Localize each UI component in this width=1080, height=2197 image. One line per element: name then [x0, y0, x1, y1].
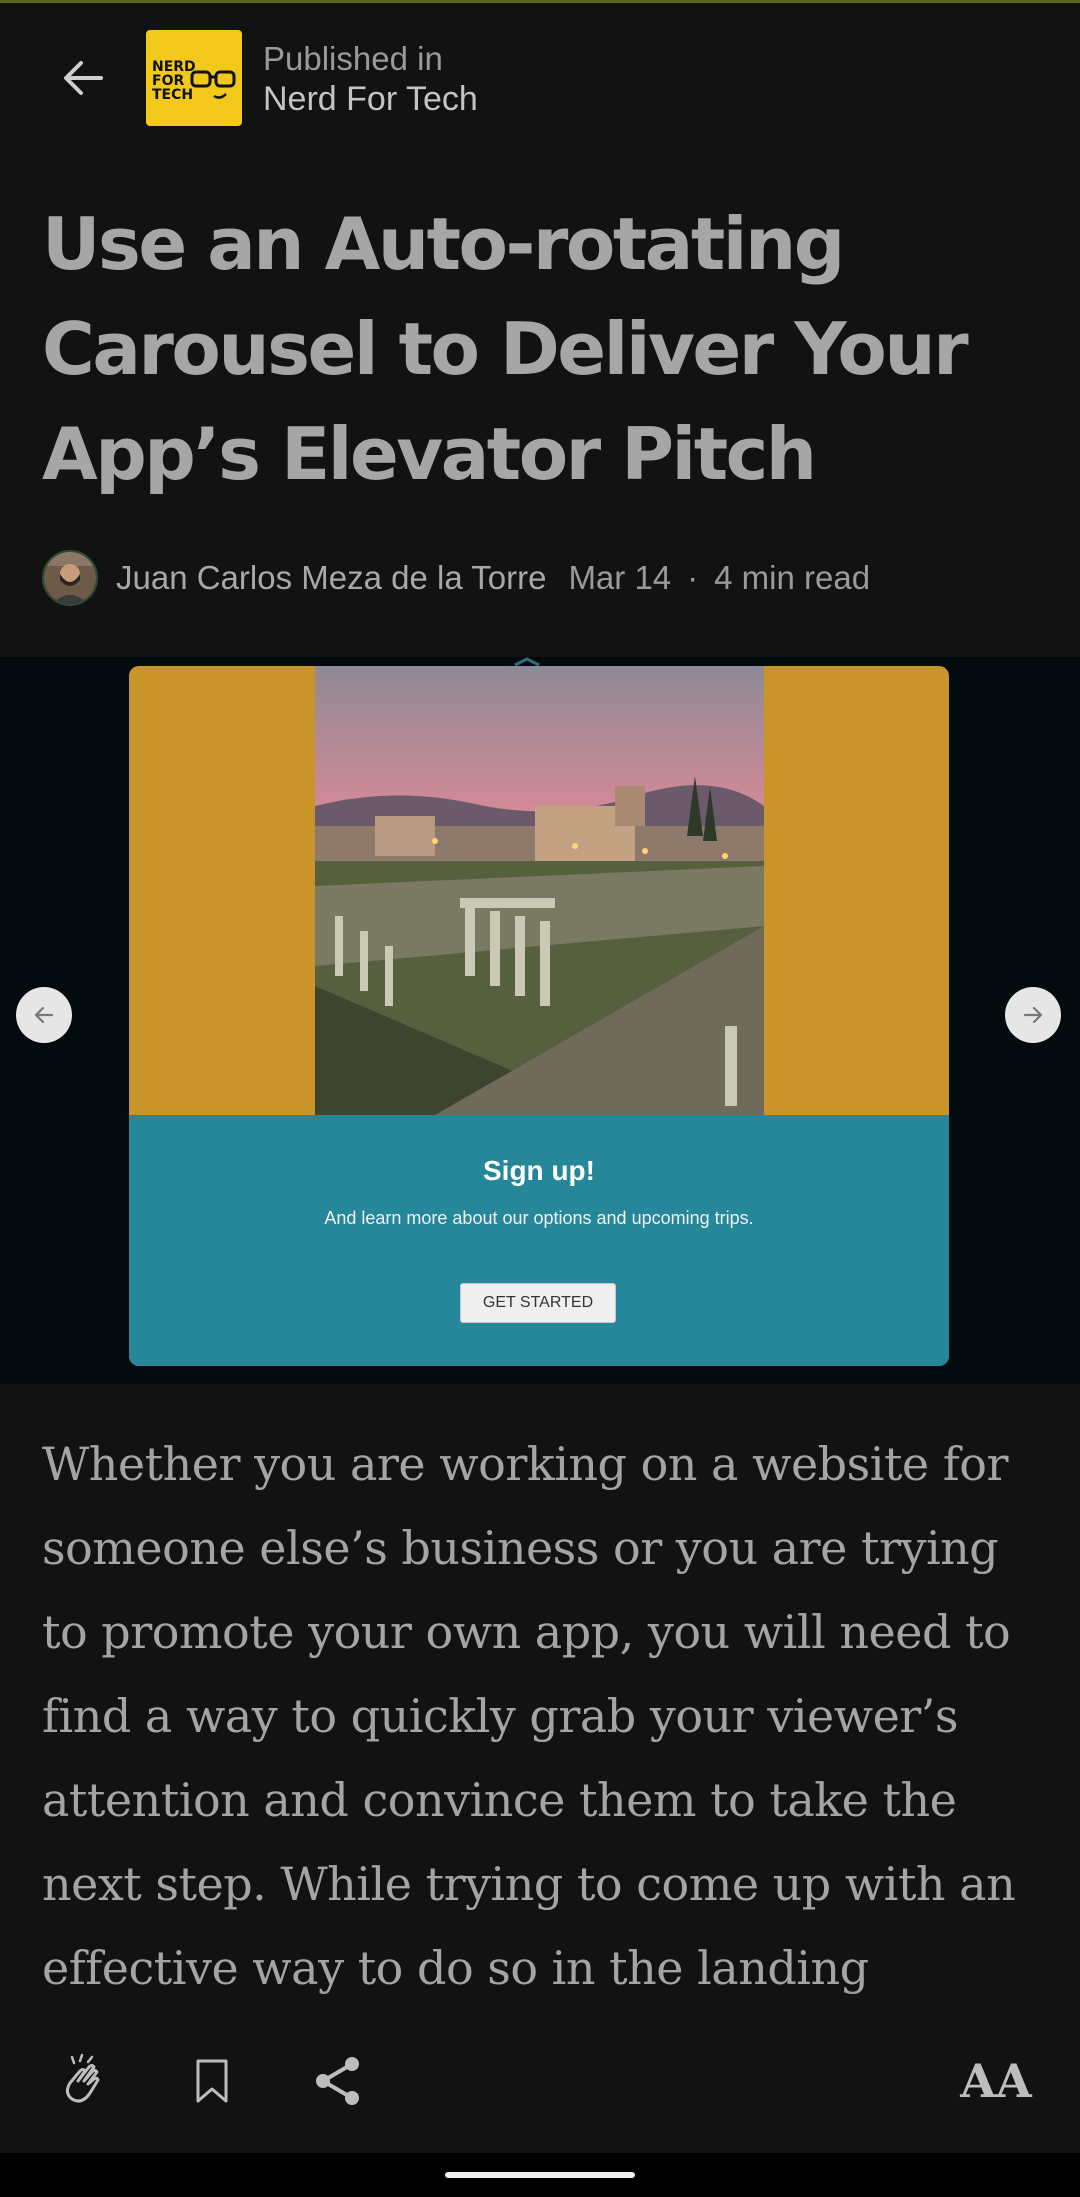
publication-logo[interactable]: NERD FOR TECH [146, 30, 242, 126]
read-time: 4 min read [714, 559, 871, 596]
author-avatar[interactable] [42, 550, 98, 606]
arrow-left-icon [64, 61, 103, 95]
carousel-slide: Sign up! And learn more about our option… [129, 666, 949, 1366]
article-body: Whether you are working on a website for… [42, 1437, 1016, 1995]
meta-separator: · [687, 559, 699, 596]
back-button[interactable] [52, 47, 114, 109]
publication-name[interactable]: Nerd For Tech [263, 79, 478, 119]
author-name[interactable]: Juan Carlos Meza de la Torre [116, 559, 546, 597]
carousel-prev-button[interactable] [16, 987, 72, 1043]
system-nav-bar [0, 2153, 1080, 2197]
article-title: Use an Auto-rotating Carousel to Deliver… [42, 202, 969, 496]
article-toolbar: AA [0, 2030, 1080, 2153]
publication-info[interactable]: Published in Nerd For Tech [263, 39, 478, 119]
share-icon [316, 2057, 359, 2105]
ruins-sunset-photo [315, 666, 764, 1115]
arrow-right-icon [1023, 1006, 1043, 1024]
glasses-icon [190, 70, 236, 99]
get-started-button[interactable]: GET STARTED [460, 1283, 616, 1323]
home-indicator[interactable] [445, 2172, 635, 2178]
carousel-next-button[interactable] [1005, 987, 1061, 1043]
text-size-button[interactable]: AA [958, 2050, 1034, 2112]
bookmark-icon [196, 2059, 228, 2103]
published-in-label: Published in [263, 40, 443, 77]
hero-image: Sign up! And learn more about our option… [0, 657, 1080, 1384]
clap-icon [65, 2053, 100, 2103]
article-header: NERD FOR TECH Published in Nerd For Tech [0, 3, 1080, 153]
signup-panel: Sign up! And learn more about our option… [129, 1115, 949, 1366]
byline: Juan Carlos Meza de la Torre Mar 14 · 4 … [42, 548, 870, 608]
signup-subtitle: And learn more about our options and upc… [324, 1208, 754, 1228]
arrow-left-icon [34, 1006, 54, 1024]
clap-button[interactable] [52, 2050, 116, 2112]
signup-title: Sign up! [483, 1155, 595, 1186]
publish-date: Mar 14 [568, 559, 672, 596]
text-size-label: AA [960, 2054, 1032, 2108]
body-fade [0, 1990, 1080, 2030]
share-button[interactable] [306, 2050, 370, 2112]
bookmark-button[interactable] [182, 2050, 242, 2112]
